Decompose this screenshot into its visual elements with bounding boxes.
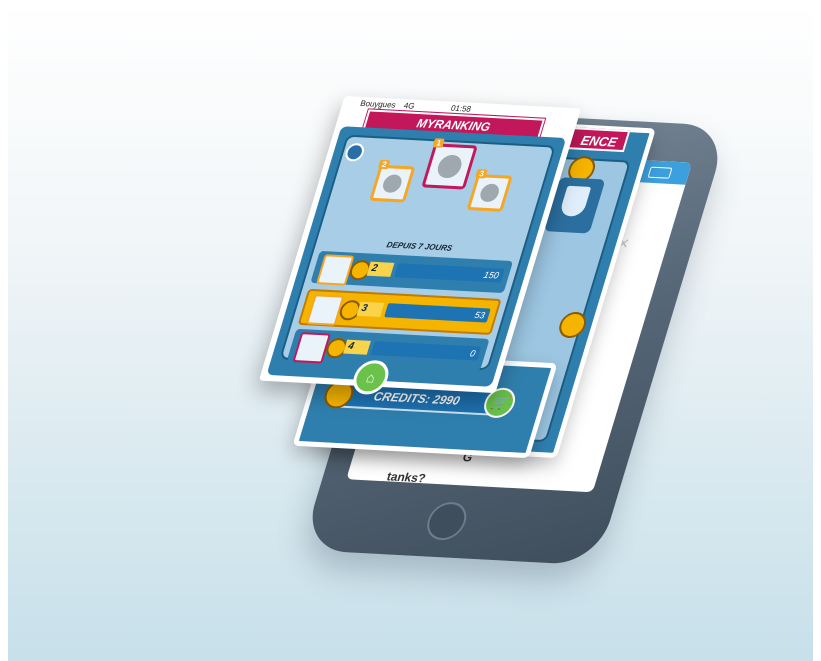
row-rank: 3 [356, 301, 385, 317]
bg-text-line: tanks? [385, 469, 428, 486]
marketing-scene: he ve ks nks e lay : 2 G tanks? ✕ ✕ ✕ EN… [0, 0, 821, 661]
podium-rank: 1 [432, 138, 446, 148]
podium-rank: 3 [475, 168, 489, 179]
podium-avatar-third[interactable]: 3 [466, 168, 513, 212]
ranking-row-current[interactable]: 3 53 [297, 288, 502, 336]
time-label: 01:58 [449, 103, 473, 114]
ranking-row[interactable]: 4 0 [286, 328, 490, 371]
avatar [380, 174, 404, 194]
carrier-label: Bouygues [359, 98, 397, 110]
row-score: 53 [384, 303, 491, 323]
avatar [434, 154, 465, 179]
ranking-row[interactable]: 2 150 [310, 250, 514, 294]
avatar [292, 332, 332, 364]
frame-border [813, 0, 821, 661]
row-rank: 2 [366, 261, 395, 277]
credits-text: CREDITS: 2990 [371, 389, 462, 408]
avatar [305, 294, 345, 326]
avatar [478, 183, 502, 203]
podium-rank: 2 [377, 159, 391, 170]
row-score: 0 [370, 341, 482, 361]
battery-icon [647, 166, 673, 179]
network-label: 4G [402, 101, 416, 111]
podium-avatar-second[interactable]: 2 [369, 159, 416, 203]
frame-border [0, 0, 8, 661]
medal-icon [555, 311, 590, 339]
podium-avatar-first[interactable]: 1 [421, 138, 478, 190]
back-icon[interactable] [343, 142, 367, 162]
frame-border [0, 0, 821, 10]
phone-home-button[interactable] [422, 501, 472, 542]
row-rank: 4 [343, 339, 371, 355]
avatar [315, 254, 355, 286]
row-score: 150 [394, 263, 505, 283]
